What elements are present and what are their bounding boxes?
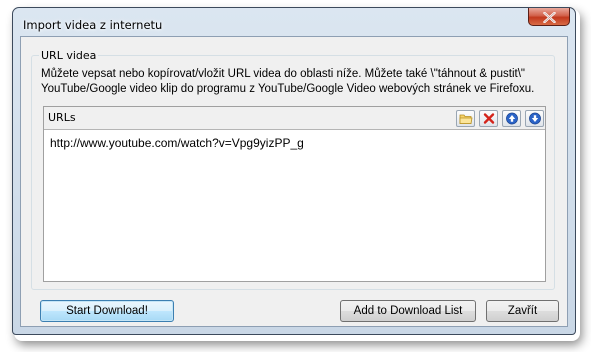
delete-icon — [483, 113, 495, 124]
url-videa-groupbox: URL videa Můžete vepsat nebo kopírovat/v… — [31, 49, 555, 290]
move-up-icon — [506, 112, 518, 125]
title-bar[interactable]: Import videa z internetu — [13, 8, 575, 38]
move-down-icon — [529, 112, 541, 125]
groupbox-title: URL videa — [39, 49, 99, 62]
add-to-download-list-button[interactable]: Add to Download List — [340, 300, 476, 322]
window-title: Import videa z internetu — [23, 18, 163, 32]
delete-url-button[interactable] — [479, 110, 498, 127]
dialog-client-area: URL videa Můžete vepsat nebo kopírovat/v… — [20, 36, 568, 327]
open-folder-button[interactable] — [456, 110, 475, 127]
folder-icon — [459, 114, 473, 124]
window-close-button[interactable] — [528, 8, 570, 26]
move-up-button[interactable] — [502, 110, 521, 127]
dialog-window: Import videa z internetu URL videa Můžet… — [12, 7, 576, 335]
instructions-text: Můžete vepsat nebo kopírovat/vložit URL … — [41, 68, 535, 95]
urls-header: URLs — [44, 107, 545, 130]
close-dialog-button[interactable]: Zavřít — [486, 300, 559, 322]
urls-textarea[interactable]: http://www.youtube.com/watch?v=Vpg9yizPP… — [44, 130, 545, 281]
url-list-item[interactable]: http://www.youtube.com/watch?v=Vpg9yizPP… — [50, 136, 304, 150]
urls-panel: URLs http://www.youtube.com/watch?v=Vpg9… — [43, 106, 546, 282]
close-icon — [543, 12, 556, 23]
move-down-button[interactable] — [525, 110, 544, 127]
start-download-button[interactable]: Start Download! — [40, 300, 174, 322]
urls-label: URLs — [48, 111, 76, 124]
